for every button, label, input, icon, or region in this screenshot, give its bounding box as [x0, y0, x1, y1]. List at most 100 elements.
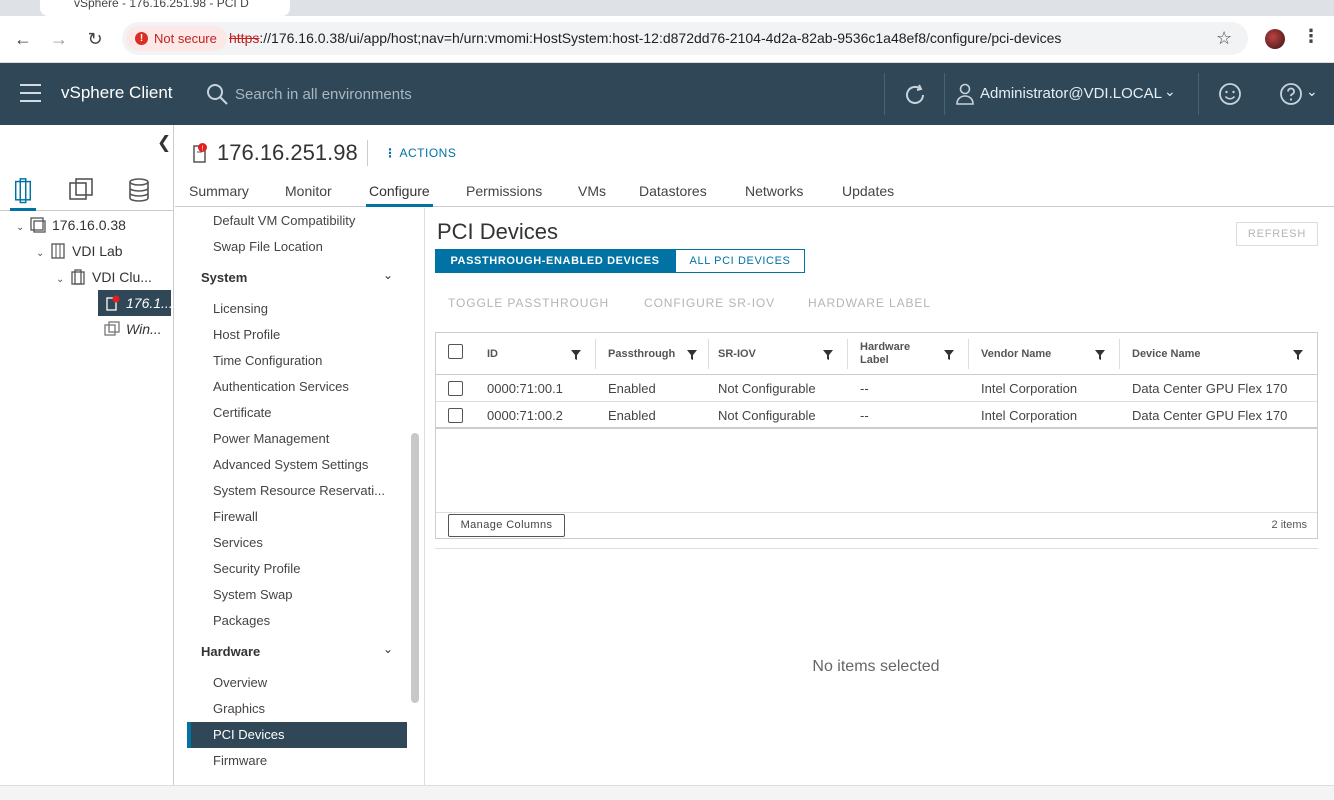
tree-item-vm[interactable]: Win...: [104, 316, 162, 342]
storage-icon[interactable]: [126, 177, 152, 203]
profile-avatar[interactable]: [1265, 29, 1285, 49]
caret-down-icon[interactable]: ⌄: [16, 215, 30, 241]
nav-item-advanced-system-settings[interactable]: Advanced System Settings: [213, 457, 368, 472]
nav-section-hardware[interactable]: Hardware: [201, 644, 260, 659]
nav-item-graphics[interactable]: Graphics: [213, 701, 265, 716]
hardware-label-button[interactable]: HARDWARE LABEL: [808, 296, 931, 310]
actions-menu-button[interactable]: ⋮ ACTIONS: [384, 146, 456, 160]
items-count: 2 items: [1271, 519, 1307, 531]
column-divider[interactable]: [708, 339, 709, 369]
address-bar[interactable]: ! Not secure https://176.16.0.38/ui/app/h…: [122, 22, 1248, 55]
tree-item-cluster[interactable]: ⌄ VDI Clu...: [56, 264, 152, 290]
column-divider[interactable]: [847, 339, 848, 369]
toggle-passthrough-button[interactable]: TOGGLE PASSTHROUGH: [448, 296, 609, 310]
caret-down-icon[interactable]: ⌄: [36, 241, 50, 267]
tab-networks[interactable]: Networks: [745, 183, 803, 207]
filter-icon[interactable]: [686, 349, 698, 361]
global-search-input[interactable]: Search in all environments: [235, 86, 412, 103]
tab-datastores[interactable]: Datastores: [639, 183, 707, 207]
tab-permissions[interactable]: Permissions: [466, 183, 542, 207]
user-menu[interactable]: Administrator@VDI.LOCAL: [980, 85, 1162, 102]
cell-sriov: Not Configurable: [718, 381, 816, 396]
hamburger-menu-icon[interactable]: [20, 84, 41, 102]
column-header-sriov[interactable]: SR-IOV: [718, 333, 756, 375]
nav-item-swap-file-location[interactable]: Swap File Location: [213, 239, 323, 254]
column-header-id[interactable]: ID: [487, 333, 498, 375]
filter-icon[interactable]: [943, 349, 955, 361]
nav-section-system[interactable]: System: [201, 270, 247, 285]
cell-hardware-label: --: [860, 408, 869, 423]
filter-icon[interactable]: [1094, 349, 1106, 361]
tree-item-vcenter[interactable]: ⌄ 176.16.0.38: [16, 212, 126, 238]
column-header-vendor-name[interactable]: Vendor Name: [981, 333, 1051, 375]
column-header-passthrough[interactable]: Passthrough: [608, 333, 675, 375]
host-alert-icon: [106, 295, 120, 311]
bookmark-star-icon[interactable]: ☆: [1216, 22, 1232, 55]
nav-item-packages[interactable]: Packages: [213, 613, 270, 628]
filter-icon[interactable]: [570, 349, 582, 361]
tab-configure[interactable]: Configure: [366, 183, 433, 207]
caret-down-icon[interactable]: ⌄: [56, 267, 70, 293]
browser-menu-icon[interactable]: ⋮: [1302, 26, 1320, 47]
nav-item-system-swap[interactable]: System Swap: [213, 587, 292, 602]
reload-icon[interactable]: ↻: [84, 28, 106, 50]
cell-hardware-label: --: [860, 381, 869, 396]
column-divider[interactable]: [595, 339, 596, 369]
url-text[interactable]: https://176.16.0.38/ui/app/host;nav=h/ur…: [229, 22, 1061, 55]
nav-item-overview[interactable]: Overview: [213, 675, 267, 690]
refresh-icon[interactable]: [902, 82, 928, 108]
forward-arrow-icon[interactable]: →: [48, 28, 70, 50]
hosts-clusters-icon[interactable]: [10, 177, 36, 211]
all-pci-devices-toggle[interactable]: ALL PCI DEVICES: [675, 249, 805, 273]
feedback-smiley-icon[interactable]: [1218, 82, 1242, 106]
nav-item-time-configuration[interactable]: Time Configuration: [213, 353, 322, 368]
tab-vms[interactable]: VMs: [578, 183, 606, 207]
chevron-down-icon[interactable]: ⌄: [383, 642, 393, 656]
recent-tasks-bar[interactable]: [0, 785, 1334, 800]
tree-item-host-selected[interactable]: 176.1...: [98, 290, 173, 316]
back-arrow-icon[interactable]: ←: [12, 28, 34, 50]
filter-icon[interactable]: [1292, 349, 1304, 361]
nav-item-services[interactable]: Services: [213, 535, 263, 550]
browser-tab[interactable]: vSphere - 176.16.251.98 - PCI D: [40, 0, 290, 16]
refresh-button[interactable]: REFRESH: [1236, 222, 1318, 246]
nav-item-firewall[interactable]: Firewall: [213, 509, 258, 524]
tab-summary[interactable]: Summary: [189, 183, 249, 207]
row-checkbox[interactable]: [448, 408, 463, 423]
nav-item-system-resource-reservation[interactable]: System Resource Reservati...: [213, 483, 385, 498]
nav-item-security-profile[interactable]: Security Profile: [213, 561, 300, 576]
table-row[interactable]: 0000:71:00.2 Enabled Not Configurable --…: [436, 402, 1317, 429]
nav-item-default-vm-compatibility[interactable]: Default VM Compatibility: [213, 213, 355, 228]
nav-item-certificate[interactable]: Certificate: [213, 405, 272, 420]
collapse-pane-icon[interactable]: ❮: [157, 133, 171, 153]
inventory-view-tabs: [0, 171, 174, 211]
filter-icon[interactable]: [822, 349, 834, 361]
table-row[interactable]: 0000:71:00.1 Enabled Not Configurable --…: [436, 375, 1317, 402]
column-header-device-name[interactable]: Device Name: [1132, 333, 1201, 375]
nav-item-power-management[interactable]: Power Management: [213, 431, 329, 446]
row-checkbox[interactable]: [448, 381, 463, 396]
select-all-checkbox[interactable]: [448, 344, 463, 359]
column-divider[interactable]: [968, 339, 969, 369]
nav-scrollbar[interactable]: [411, 433, 419, 703]
chevron-down-icon[interactable]: ⌄: [1306, 83, 1318, 100]
tree-item-datacenter[interactable]: ⌄ VDI Lab: [36, 238, 123, 264]
column-divider[interactable]: [1119, 339, 1120, 369]
nav-item-licensing[interactable]: Licensing: [213, 301, 268, 316]
tab-monitor[interactable]: Monitor: [285, 183, 332, 207]
vms-templates-icon[interactable]: [68, 177, 94, 203]
chevron-down-icon[interactable]: ⌄: [383, 268, 393, 282]
help-icon[interactable]: [1279, 82, 1303, 106]
not-secure-chip[interactable]: ! Not secure: [126, 26, 227, 51]
search-icon[interactable]: [205, 82, 229, 106]
chevron-down-icon[interactable]: ⌄: [1164, 83, 1176, 100]
manage-columns-button[interactable]: Manage Columns: [448, 514, 565, 537]
column-header-hardware-label[interactable]: Hardware Label: [860, 333, 920, 375]
configure-sriov-button[interactable]: CONFIGURE SR-IOV: [644, 296, 775, 310]
nav-item-host-profile[interactable]: Host Profile: [213, 327, 280, 342]
nav-item-authentication-services[interactable]: Authentication Services: [213, 379, 349, 394]
nav-item-pci-devices[interactable]: PCI Devices: [213, 727, 285, 742]
nav-item-firmware[interactable]: Firmware: [213, 753, 267, 768]
passthrough-enabled-devices-toggle[interactable]: PASSTHROUGH-ENABLED DEVICES: [435, 249, 675, 273]
tab-updates[interactable]: Updates: [842, 183, 894, 207]
